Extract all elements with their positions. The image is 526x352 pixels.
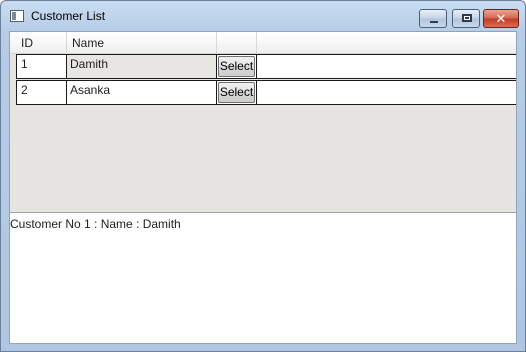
select-button[interactable]: Select bbox=[218, 56, 255, 77]
cell-filler bbox=[257, 81, 516, 104]
cell-name[interactable]: Damith bbox=[67, 55, 217, 78]
client-area: ID Name 1 Damith Select 2 Asanka Select bbox=[9, 31, 517, 344]
title-bar[interactable]: Customer List ✕ bbox=[1, 1, 525, 31]
close-button[interactable]: ✕ bbox=[483, 9, 519, 28]
column-header-name[interactable]: Name bbox=[67, 32, 217, 54]
cell-action: Select bbox=[217, 55, 257, 78]
maximize-button[interactable] bbox=[452, 9, 480, 28]
cell-id[interactable]: 2 bbox=[16, 81, 67, 104]
main-window: Customer List ✕ ID Name 1 Damith Select bbox=[0, 0, 526, 352]
cell-action: Select bbox=[217, 81, 257, 104]
cell-filler bbox=[257, 55, 516, 78]
cell-id[interactable]: 1 bbox=[16, 55, 67, 78]
minimize-button[interactable] bbox=[419, 9, 447, 28]
app-icon[interactable] bbox=[10, 10, 24, 22]
grid-header: ID Name bbox=[10, 32, 516, 54]
window-title: Customer List bbox=[31, 9, 106, 23]
customer-data-grid[interactable]: ID Name 1 Damith Select 2 Asanka Select bbox=[10, 32, 516, 213]
cell-name[interactable]: Asanka bbox=[67, 81, 217, 104]
minimize-icon bbox=[430, 21, 438, 23]
close-icon: ✕ bbox=[495, 11, 507, 26]
maximize-icon bbox=[462, 14, 472, 22]
column-header-action[interactable] bbox=[217, 32, 257, 54]
selection-output-panel: Customer No 1 : Name : Damith bbox=[10, 214, 516, 343]
column-header-id[interactable]: ID bbox=[16, 32, 67, 54]
table-row[interactable]: 2 Asanka Select bbox=[16, 80, 516, 105]
select-button[interactable]: Select bbox=[218, 82, 255, 103]
table-row[interactable]: 1 Damith Select bbox=[16, 54, 516, 79]
selection-status-text: Customer No 1 : Name : Damith bbox=[10, 217, 181, 231]
